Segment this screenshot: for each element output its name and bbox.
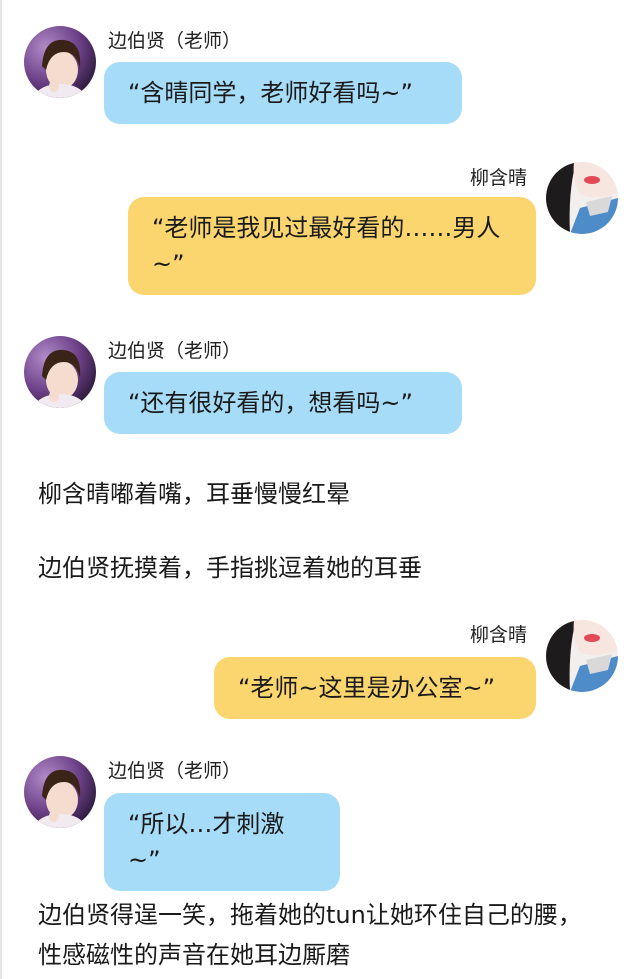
student-message-bubble: “老师~这里是办公室~” <box>214 657 536 719</box>
teacher-avatar[interactable] <box>24 336 96 408</box>
narration-text: 边伯贤抚摸着，手指挑逗着她的耳垂 <box>38 554 422 582</box>
student-avatar[interactable] <box>546 162 618 234</box>
teacher-message-bubble: “含晴同学，老师好看吗~” <box>104 62 462 124</box>
teacher-avatar[interactable] <box>24 756 96 828</box>
narration-text: 柳含晴嘟着嘴，耳垂慢慢红晕 <box>38 480 350 508</box>
page-left-border <box>0 0 2 979</box>
teacher-message-bubble: “所以…才刺激~” <box>104 793 340 891</box>
teacher-name: 边伯贤（老师） <box>108 340 242 362</box>
narration-text: 边伯贤得逞一笑，拖着她的tun让她环住自己的腰，性感磁性的声音在她耳边厮磨 <box>38 901 582 969</box>
teacher-name: 边伯贤（老师） <box>108 30 242 52</box>
student-name: 柳含晴 <box>470 167 528 189</box>
teacher-name: 边伯贤（老师） <box>108 760 242 782</box>
teacher-avatar[interactable] <box>24 26 96 98</box>
student-message-bubble: “老师是我见过最好看的……男人~” <box>128 197 536 295</box>
teacher-message-bubble: “还有很好看的，想看吗~” <box>104 372 462 434</box>
student-name: 柳含晴 <box>470 624 528 646</box>
student-avatar[interactable] <box>546 620 618 692</box>
